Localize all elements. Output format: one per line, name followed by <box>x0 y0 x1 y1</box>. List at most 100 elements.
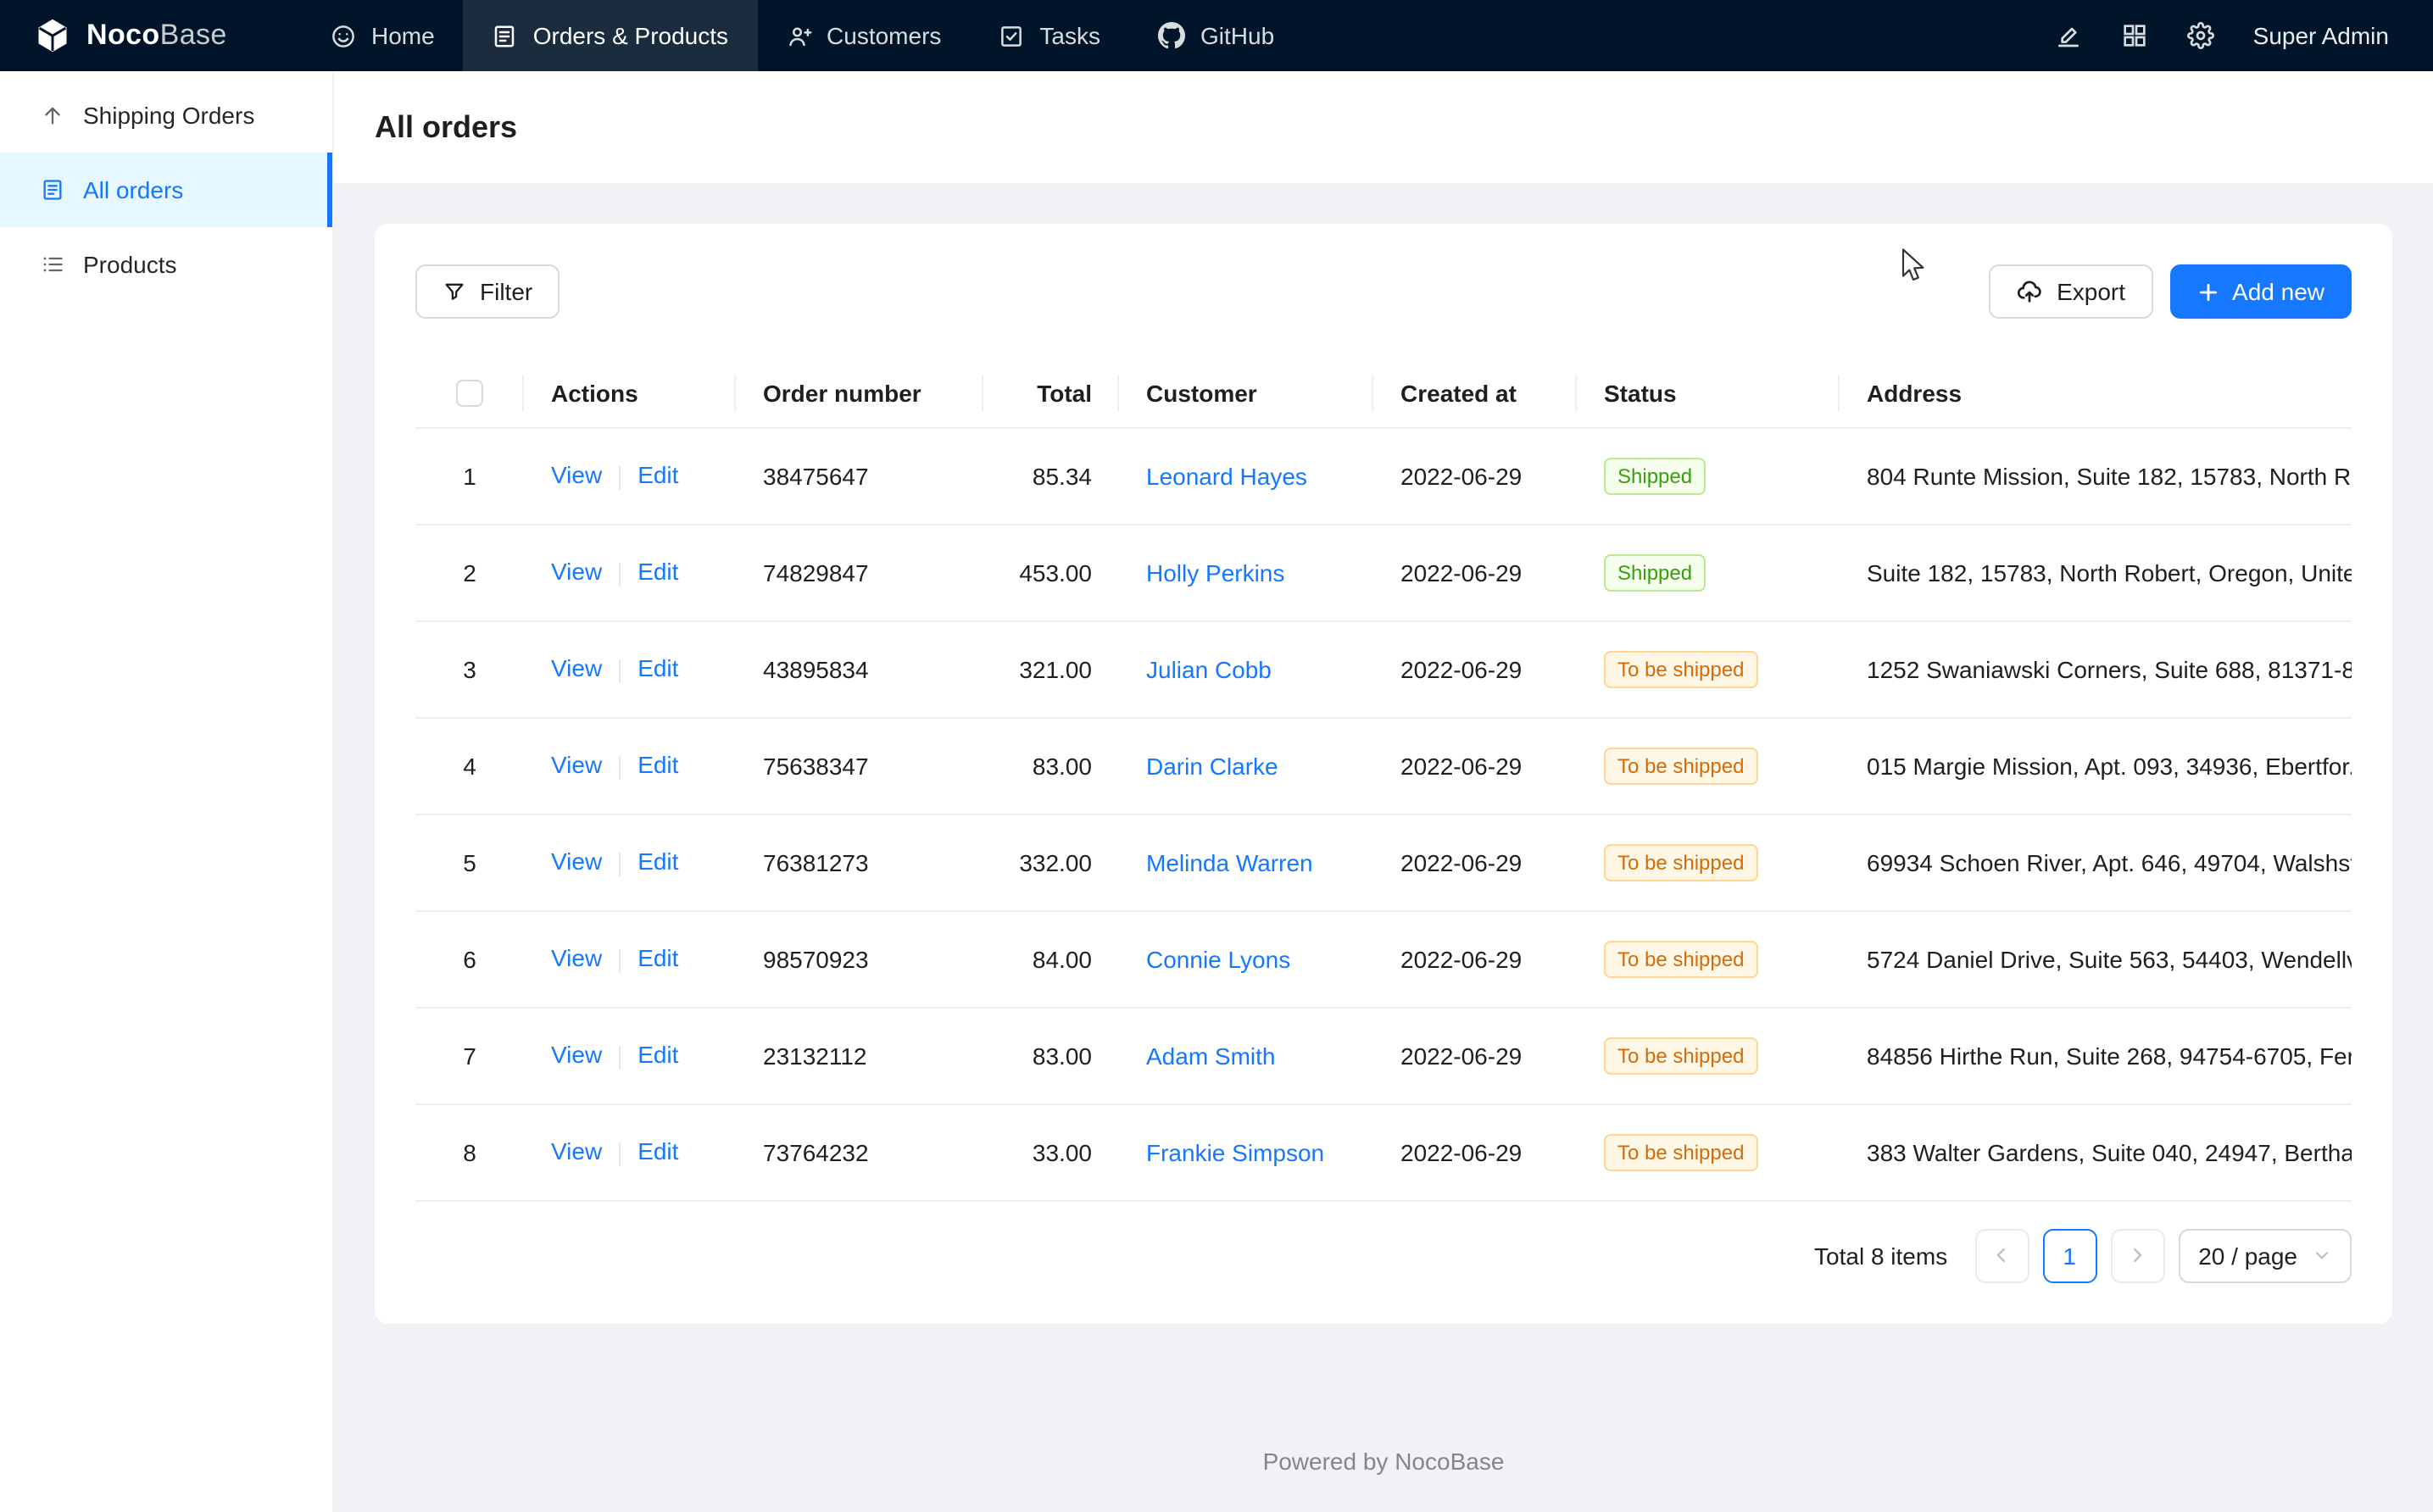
edit-link[interactable]: Edit <box>637 559 678 586</box>
list-icon <box>41 253 64 276</box>
edit-link[interactable]: Edit <box>637 1138 678 1165</box>
actions-cell: View Edit <box>524 1007 736 1103</box>
page-1-button[interactable]: 1 <box>2042 1228 2096 1282</box>
customer-link[interactable]: Holly Perkins <box>1146 559 1284 586</box>
row-index: 6 <box>463 945 476 972</box>
page-size-select[interactable]: 20 / page <box>2178 1228 2352 1282</box>
status-badge: To be shipped <box>1604 1037 1757 1074</box>
row-index: 8 <box>463 1138 476 1165</box>
view-link[interactable]: View <box>551 655 602 682</box>
customer-link[interactable]: Adam Smith <box>1146 1042 1276 1069</box>
customer-cell: Connie Lyons <box>1119 910 1373 1007</box>
sidebar-item-label: Shipping Orders <box>83 102 254 129</box>
order-number-cell: 75638347 <box>736 717 983 814</box>
sidebar-item-products[interactable]: Products <box>0 227 332 302</box>
edit-link[interactable]: Edit <box>637 462 678 489</box>
footer-text: Powered by NocoBase <box>334 1424 2433 1512</box>
action-divider <box>619 562 621 586</box>
nav-item-label: Orders & Products <box>533 22 728 49</box>
orders-doc-icon <box>41 178 64 202</box>
status-cell: To be shipped <box>1577 814 1840 910</box>
edit-link[interactable]: Edit <box>637 848 678 876</box>
order-number-cell: 98570923 <box>736 910 983 1007</box>
view-link[interactable]: View <box>551 945 602 972</box>
status-badge: To be shipped <box>1604 650 1757 687</box>
export-button[interactable]: Export <box>1989 264 2152 319</box>
column-header-address: Address <box>1840 359 2352 427</box>
status-cell: Shipped <box>1577 427 1840 524</box>
total-cell: 321.00 <box>983 620 1119 717</box>
row-index: 1 <box>463 462 476 489</box>
table-row: 8 ViewEdit 73764232 33.00 Frankie Simpso… <box>415 1103 2352 1200</box>
view-link[interactable]: View <box>551 462 602 489</box>
column-header-order-number: Order number <box>736 359 983 427</box>
view-link[interactable]: View <box>551 1138 602 1165</box>
orders-table-body: 1 ViewEdit 38475647 85.34 Leonard Hayes … <box>415 427 2352 1200</box>
action-divider <box>619 755 621 779</box>
nav-item-label: Home <box>371 22 435 49</box>
row-index: 2 <box>463 559 476 586</box>
view-link[interactable]: View <box>551 848 602 876</box>
actions-cell: View Edit <box>524 814 736 910</box>
table-row: 1 ViewEdit 38475647 85.34 Leonard Hayes … <box>415 427 2352 524</box>
customer-link[interactable]: Melinda Warren <box>1146 848 1313 876</box>
previous-page-button[interactable] <box>1974 1228 2029 1282</box>
table-row: 7 ViewEdit 23132112 83.00 Adam Smith 202… <box>415 1007 2352 1103</box>
page-title: All orders <box>375 109 517 145</box>
next-page-button[interactable] <box>2110 1228 2164 1282</box>
customer-cell: Frankie Simpson <box>1119 1103 1373 1200</box>
status-cell: To be shipped <box>1577 620 1840 717</box>
select-all-checkbox[interactable] <box>456 381 483 408</box>
action-divider <box>619 465 621 489</box>
order-number-cell: 43895834 <box>736 620 983 717</box>
column-header-total: Total <box>983 359 1119 427</box>
edit-link[interactable]: Edit <box>637 945 678 972</box>
created-at-cell: 2022-06-29 <box>1373 427 1577 524</box>
action-divider <box>619 659 621 682</box>
nav-item-github[interactable]: GitHub <box>1129 0 1303 71</box>
customer-cell: Leonard Hayes <box>1119 427 1373 524</box>
github-icon <box>1158 22 1185 49</box>
customer-link[interactable]: Connie Lyons <box>1146 945 1290 972</box>
customer-link[interactable]: Frankie Simpson <box>1146 1138 1324 1165</box>
total-cell: 453.00 <box>983 524 1119 620</box>
customer-link[interactable]: Julian Cobb <box>1146 655 1272 682</box>
add-new-button[interactable]: Add new <box>2169 264 2352 319</box>
nav-item-customers[interactable]: Customers <box>757 0 970 71</box>
settings-gear-icon[interactable] <box>2187 22 2214 49</box>
view-link[interactable]: View <box>551 1042 602 1069</box>
view-link[interactable]: View <box>551 752 602 779</box>
status-cell: To be shipped <box>1577 1103 1840 1200</box>
edit-link[interactable]: Edit <box>637 1042 678 1069</box>
nav-item-orders-products[interactable]: Orders & Products <box>464 0 757 71</box>
sidebar-item-shipping-orders[interactable]: Shipping Orders <box>0 78 332 153</box>
created-at-cell: 2022-06-29 <box>1373 1007 1577 1103</box>
order-number-cell: 38475647 <box>736 427 983 524</box>
edit-link[interactable]: Edit <box>637 752 678 779</box>
customer-link[interactable]: Darin Clarke <box>1146 752 1278 779</box>
customer-cell: Darin Clarke <box>1119 717 1373 814</box>
status-badge: To be shipped <box>1604 1133 1757 1170</box>
logo[interactable]: NocoBase <box>0 0 302 71</box>
check-square-icon <box>999 23 1024 48</box>
nav-item-home[interactable]: Home <box>302 0 464 71</box>
customer-link[interactable]: Leonard Hayes <box>1146 462 1307 489</box>
nav-item-tasks[interactable]: Tasks <box>970 0 1129 71</box>
view-link[interactable]: View <box>551 559 602 586</box>
chevron-right-icon <box>2128 1246 2146 1265</box>
order-number-cell: 76381273 <box>736 814 983 910</box>
actions-cell: View Edit <box>524 717 736 814</box>
highlighter-icon[interactable] <box>2055 22 2082 49</box>
total-cell: 332.00 <box>983 814 1119 910</box>
user-menu[interactable]: Super Admin <box>2253 22 2389 49</box>
table-row: 3 ViewEdit 43895834 321.00 Julian Cobb 2… <box>415 620 2352 717</box>
blocks-grid-icon[interactable] <box>2121 22 2148 49</box>
edit-link[interactable]: Edit <box>637 655 678 682</box>
logo-text: NocoBase <box>86 19 227 53</box>
nav-item-label: Customers <box>827 22 941 49</box>
order-number-cell: 73764232 <box>736 1103 983 1200</box>
action-divider <box>619 1142 621 1165</box>
filter-button[interactable]: Filter <box>415 264 560 319</box>
created-at-cell: 2022-06-29 <box>1373 717 1577 814</box>
sidebar-item-all-orders[interactable]: All orders <box>0 153 332 227</box>
